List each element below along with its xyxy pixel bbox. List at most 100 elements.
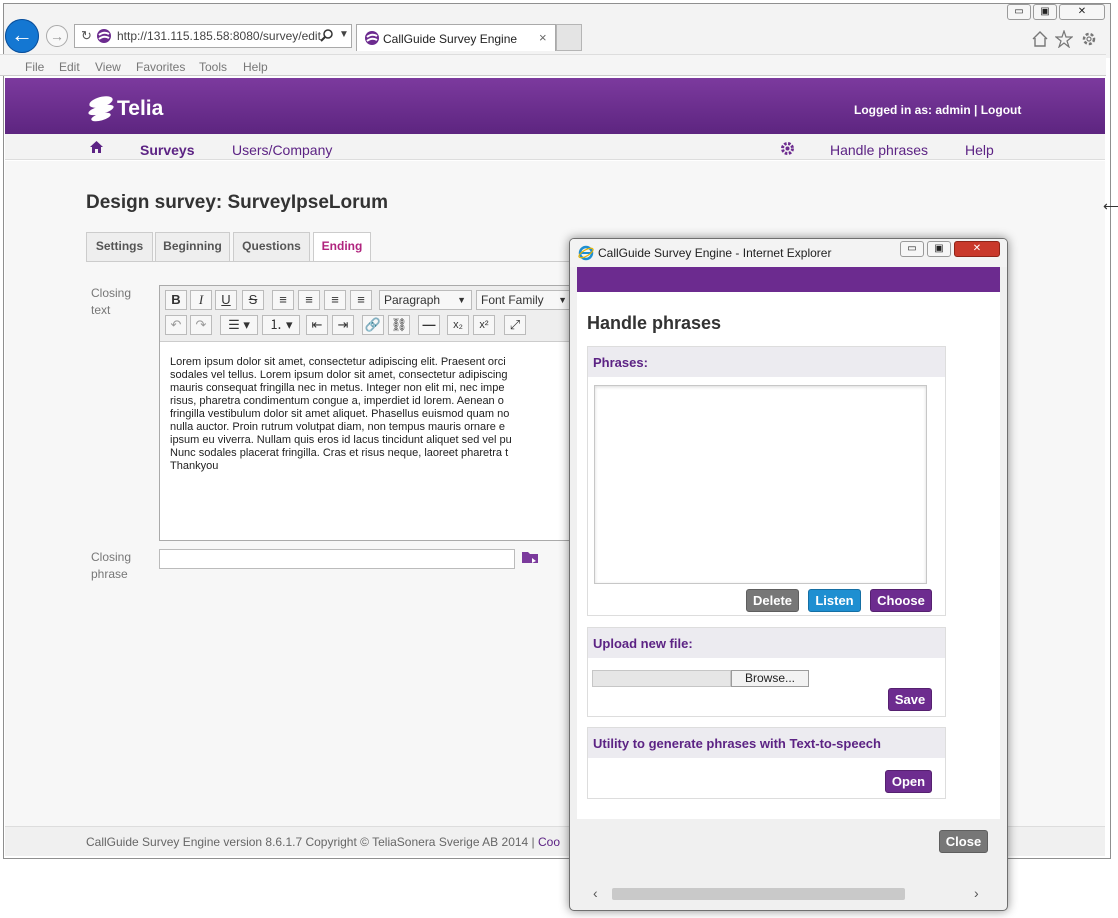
home-icon[interactable]: [1031, 30, 1049, 48]
unlink-icon[interactable]: ⛓: [388, 315, 410, 335]
outdent-icon[interactable]: ⇤: [306, 315, 328, 335]
telia-logo-icon[interactable]: [86, 93, 116, 123]
menu-file[interactable]: File: [25, 60, 44, 74]
closing-phrase-label: Closing phrase: [91, 549, 131, 583]
star-icon[interactable]: [1054, 29, 1074, 49]
address-dropdown-icon[interactable]: ▼: [339, 29, 349, 40]
align-right-icon[interactable]: ≡: [324, 290, 346, 310]
nav-handle-phrases[interactable]: Handle phrases: [830, 142, 928, 158]
underline-icon[interactable]: U: [215, 290, 237, 310]
tab-ending[interactable]: Ending: [313, 232, 371, 262]
closing-text-editor[interactable]: B I U S ≡ ≡ ≡ ≡ Paragraph ▼ Font Family ▼ …: [159, 285, 589, 541]
subscript-icon[interactable]: x₂: [447, 315, 469, 335]
delete-button[interactable]: Delete: [746, 589, 799, 612]
scroll-right-icon[interactable]: ›: [974, 885, 979, 901]
menu-view[interactable]: View: [95, 60, 121, 74]
search-icon[interactable]: [320, 28, 334, 42]
strikethrough-icon[interactable]: S: [242, 290, 264, 310]
font-chevron-down-icon: ▼: [558, 295, 567, 305]
closing-phrase-label-line1: Closing: [91, 550, 132, 564]
tab-settings[interactable]: Settings: [86, 232, 153, 261]
browse-button[interactable]: Browse...: [731, 670, 809, 687]
minimize-button[interactable]: ▭: [1007, 4, 1031, 20]
phrases-panel-header: Phrases:: [588, 347, 945, 377]
paragraph-select-value: Paragraph: [384, 293, 441, 307]
upload-panel-header: Upload new file:: [588, 628, 945, 658]
close-window-button[interactable]: ✕: [1059, 4, 1105, 20]
closing-text-label-line2: text: [91, 303, 111, 317]
menu-tools[interactable]: Tools: [199, 60, 227, 74]
align-left-icon[interactable]: ≡: [272, 290, 294, 310]
file-path-input[interactable]: [592, 670, 731, 687]
logo-text[interactable]: Telia: [117, 97, 163, 121]
editor-line: Lorem ipsum dolor sit amet, consectetur …: [170, 356, 506, 368]
superscript-icon[interactable]: x²: [473, 315, 495, 335]
close-button[interactable]: Close: [939, 830, 988, 853]
scroll-left-icon[interactable]: ‹: [593, 885, 598, 901]
bold-icon[interactable]: B: [165, 290, 187, 310]
nav-help[interactable]: Help: [965, 142, 994, 158]
closing-phrase-input[interactable]: [159, 549, 515, 569]
editor-line: mauris consequat fringilla nec in metus.…: [170, 382, 505, 394]
editor-content[interactable]: Lorem ipsum dolor sit amet, consectetur …: [170, 356, 588, 473]
popup-maximize-button[interactable]: ▣: [927, 241, 951, 257]
page-title: Design survey: SurveyIpseLorum: [86, 192, 388, 213]
numbered-list-icon[interactable]: ⒈ ▾: [262, 315, 300, 335]
home-nav-icon[interactable]: [89, 140, 104, 154]
align-center-icon[interactable]: ≡: [298, 290, 320, 310]
maximize-button[interactable]: ▣: [1033, 4, 1057, 20]
nav-surveys[interactable]: Surveys: [140, 142, 194, 158]
editor-line: fringilla vestibulum dolor sit amet aliq…: [170, 408, 510, 420]
italic-icon[interactable]: I: [190, 290, 212, 310]
popup-minimize-button[interactable]: ▭: [900, 241, 924, 257]
horizontal-rule-icon[interactable]: —: [418, 315, 440, 335]
phrases-title: Phrases:: [593, 355, 648, 370]
menu-edit[interactable]: Edit: [59, 60, 80, 74]
font-family-select-value: Font Family: [481, 293, 544, 307]
link-icon[interactable]: 🔗: [362, 315, 384, 335]
indent-icon[interactable]: ⇥: [332, 315, 354, 335]
address-bar[interactable]: ↻ http://131.115.185.58:8080/survey/edit: [74, 24, 352, 48]
menu-help[interactable]: Help: [243, 60, 268, 74]
footer-link[interactable]: Coo: [538, 835, 560, 849]
tab-questions[interactable]: Questions: [233, 232, 310, 261]
menu-favorites[interactable]: Favorites: [136, 60, 185, 74]
settings-gear-icon[interactable]: [780, 141, 795, 156]
save-button[interactable]: Save: [888, 688, 932, 711]
phrases-list[interactable]: [594, 385, 927, 584]
logged-in-label: Logged in as:: [854, 103, 936, 117]
popup-footer: [577, 819, 1000, 885]
popup-header-band: [577, 267, 1000, 292]
browser-tab[interactable]: CallGuide Survey Engine ×: [356, 24, 556, 51]
tts-panel-header: Utility to generate phrases with Text-to…: [588, 728, 945, 758]
nav-users-company[interactable]: Users/Company: [232, 142, 332, 158]
folder-icon[interactable]: [521, 550, 539, 564]
undo-icon[interactable]: ↶: [165, 315, 187, 335]
telia-favicon-icon: [96, 28, 112, 44]
editor-line: ipsum eu viverra. Nullam quis eros id la…: [170, 434, 512, 446]
gear-icon[interactable]: [1080, 30, 1098, 48]
tab-close-icon[interactable]: ×: [539, 30, 547, 45]
open-button[interactable]: Open: [885, 770, 932, 793]
redo-icon[interactable]: ↷: [190, 315, 212, 335]
horizontal-scrollbar[interactable]: ‹ ›: [587, 885, 990, 902]
paragraph-select[interactable]: Paragraph ▼: [379, 290, 472, 310]
refresh-icon[interactable]: ↻: [81, 28, 92, 44]
forward-button[interactable]: →: [46, 25, 68, 47]
new-tab-button[interactable]: [556, 24, 582, 51]
upload-panel: Upload new file: Browse... Save: [587, 627, 946, 717]
closing-text-label-line1: Closing: [91, 286, 132, 300]
fullscreen-icon[interactable]: ⤢: [504, 315, 526, 335]
align-justify-icon[interactable]: ≡: [350, 290, 372, 310]
bullet-list-icon[interactable]: ☰ ▾: [220, 315, 258, 335]
listen-button[interactable]: Listen: [808, 589, 861, 612]
back-button[interactable]: ←: [5, 19, 39, 53]
font-family-select[interactable]: Font Family ▼: [476, 290, 573, 310]
popup-close-window-button[interactable]: ✕: [954, 241, 1000, 257]
ie-icon: [578, 245, 594, 261]
scrollbar-thumb[interactable]: [612, 888, 905, 900]
tab-beginning[interactable]: Beginning: [155, 232, 230, 261]
choose-button[interactable]: Choose: [870, 589, 932, 612]
closing-text-label: Closing text: [91, 285, 131, 319]
logout-link[interactable]: Logout: [981, 103, 1022, 117]
